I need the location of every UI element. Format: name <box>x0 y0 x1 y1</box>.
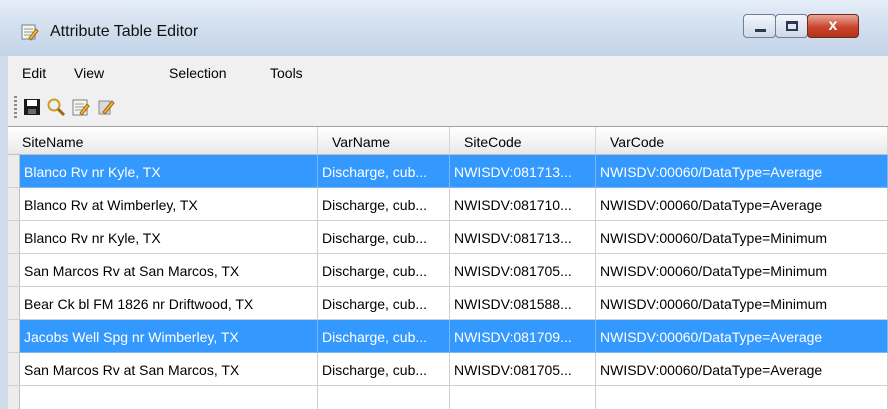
column-header-sitecode[interactable]: SiteCode <box>450 127 596 155</box>
site-code-cell[interactable]: NWISDV:081705... <box>450 254 596 287</box>
minimize-button[interactable] <box>743 14 776 38</box>
close-button[interactable]: x <box>807 14 859 38</box>
edit-table-icon[interactable] <box>71 97 91 117</box>
var-name-cell[interactable]: Discharge, cub... <box>318 254 450 287</box>
window-title: Attribute Table Editor <box>50 23 199 40</box>
window-controls: x <box>743 14 859 40</box>
row-header[interactable] <box>8 155 20 188</box>
site-code-cell[interactable]: NWISDV:081713... <box>450 155 596 188</box>
table-row[interactable]: Blanco Rv nr Kyle, TX Discharge, cub... NW… <box>8 155 888 188</box>
site-name-cell[interactable] <box>20 386 318 409</box>
row-header[interactable] <box>8 386 20 409</box>
var-code-cell[interactable]: NWISDV:00060/DataType=Minimum <box>596 254 888 287</box>
var-name-cell[interactable]: Discharge, cub... <box>318 320 450 353</box>
row-header[interactable] <box>8 188 20 221</box>
site-code-cell[interactable]: NWISDV:081713... <box>450 221 596 254</box>
table-row[interactable]: Jacobs Well Spg nr Wimberley, TX Discharg… <box>8 320 888 353</box>
attribute-table: SiteName VarName SiteCode VarCode Blanco… <box>8 126 888 409</box>
column-header-varcode[interactable]: VarCode <box>596 127 888 155</box>
var-name-cell[interactable]: Discharge, cub... <box>318 353 450 386</box>
table-row[interactable]: Bear Ck bl FM 1826 nr Driftwood, TX Disch… <box>8 287 888 320</box>
site-name-cell[interactable]: Jacobs Well Spg nr Wimberley, TX <box>20 320 318 353</box>
title-bar[interactable]: Attribute Table Editor x <box>0 0 888 56</box>
save-icon[interactable] <box>22 97 42 117</box>
var-code-cell[interactable]: NWISDV:00060/DataType=Average <box>596 155 888 188</box>
menu-edit[interactable]: Edit <box>22 65 46 81</box>
menu-view[interactable]: View <box>74 65 104 81</box>
var-code-cell[interactable]: NWISDV:00060/DataType=Average <box>596 320 888 353</box>
site-code-cell[interactable]: NWISDV:081709... <box>450 320 596 353</box>
column-header-sitename[interactable]: SiteName <box>8 127 318 155</box>
row-header[interactable] <box>8 221 20 254</box>
row-header[interactable] <box>8 254 20 287</box>
row-header[interactable] <box>8 320 20 353</box>
site-name-cell[interactable]: Bear Ck bl FM 1826 nr Driftwood, TX <box>20 287 318 320</box>
attribute-table-editor-window: Attribute Table Editor x Edit View Selec… <box>0 0 888 409</box>
table-row[interactable]: Blanco Rv at Wimberley, TX Discharge, cub… <box>8 188 888 221</box>
var-code-cell[interactable]: NWISDV:00060/DataType=Average <box>596 188 888 221</box>
app-icon <box>21 24 39 41</box>
edit-pencil-icon[interactable] <box>96 97 116 117</box>
site-name-cell[interactable]: Blanco Rv nr Kyle, TX <box>20 155 318 188</box>
menu-tools[interactable]: Tools <box>270 65 303 81</box>
table-row[interactable]: San Marcos Rv at San Marcos, TX Discharge… <box>8 353 888 386</box>
var-name-cell[interactable]: Discharge, cub... <box>318 287 450 320</box>
table-row[interactable] <box>8 386 888 409</box>
site-code-cell[interactable] <box>450 386 596 409</box>
menu-selection[interactable]: Selection <box>169 65 227 81</box>
toolbar-grip[interactable] <box>14 96 17 118</box>
close-icon: x <box>828 17 838 34</box>
var-code-cell[interactable]: NWISDV:00060/DataType=Minimum <box>596 287 888 320</box>
search-icon[interactable] <box>46 97 66 117</box>
column-header-varname[interactable]: VarName <box>318 127 450 155</box>
site-code-cell[interactable]: NWISDV:081710... <box>450 188 596 221</box>
row-header[interactable] <box>8 353 20 386</box>
var-code-cell[interactable]: NWISDV:00060/DataType=Average <box>596 353 888 386</box>
var-name-cell[interactable]: Discharge, cub... <box>318 155 450 188</box>
var-name-cell[interactable]: Discharge, cub... <box>318 221 450 254</box>
site-name-cell[interactable]: Blanco Rv at Wimberley, TX <box>20 188 318 221</box>
var-code-cell[interactable] <box>596 386 888 409</box>
var-name-cell[interactable] <box>318 386 450 409</box>
var-name-cell[interactable]: Discharge, cub... <box>318 188 450 221</box>
table-row[interactable]: San Marcos Rv at San Marcos, TX Discharge… <box>8 254 888 287</box>
var-code-cell[interactable]: NWISDV:00060/DataType=Minimum <box>596 221 888 254</box>
table-row[interactable]: Blanco Rv nr Kyle, TX Discharge, cub... NW… <box>8 221 888 254</box>
site-name-cell[interactable]: San Marcos Rv at San Marcos, TX <box>20 353 318 386</box>
menu-bar: Edit View Selection Tools <box>8 56 888 89</box>
toolbar <box>8 89 888 126</box>
maximize-button[interactable] <box>775 14 808 38</box>
site-name-cell[interactable]: San Marcos Rv at San Marcos, TX <box>20 254 318 287</box>
minimize-icon <box>755 29 766 32</box>
site-code-cell[interactable]: NWISDV:081705... <box>450 353 596 386</box>
site-name-cell[interactable]: Blanco Rv nr Kyle, TX <box>20 221 318 254</box>
site-code-cell[interactable]: NWISDV:081588... <box>450 287 596 320</box>
maximize-icon <box>786 21 798 31</box>
row-header[interactable] <box>8 287 20 320</box>
